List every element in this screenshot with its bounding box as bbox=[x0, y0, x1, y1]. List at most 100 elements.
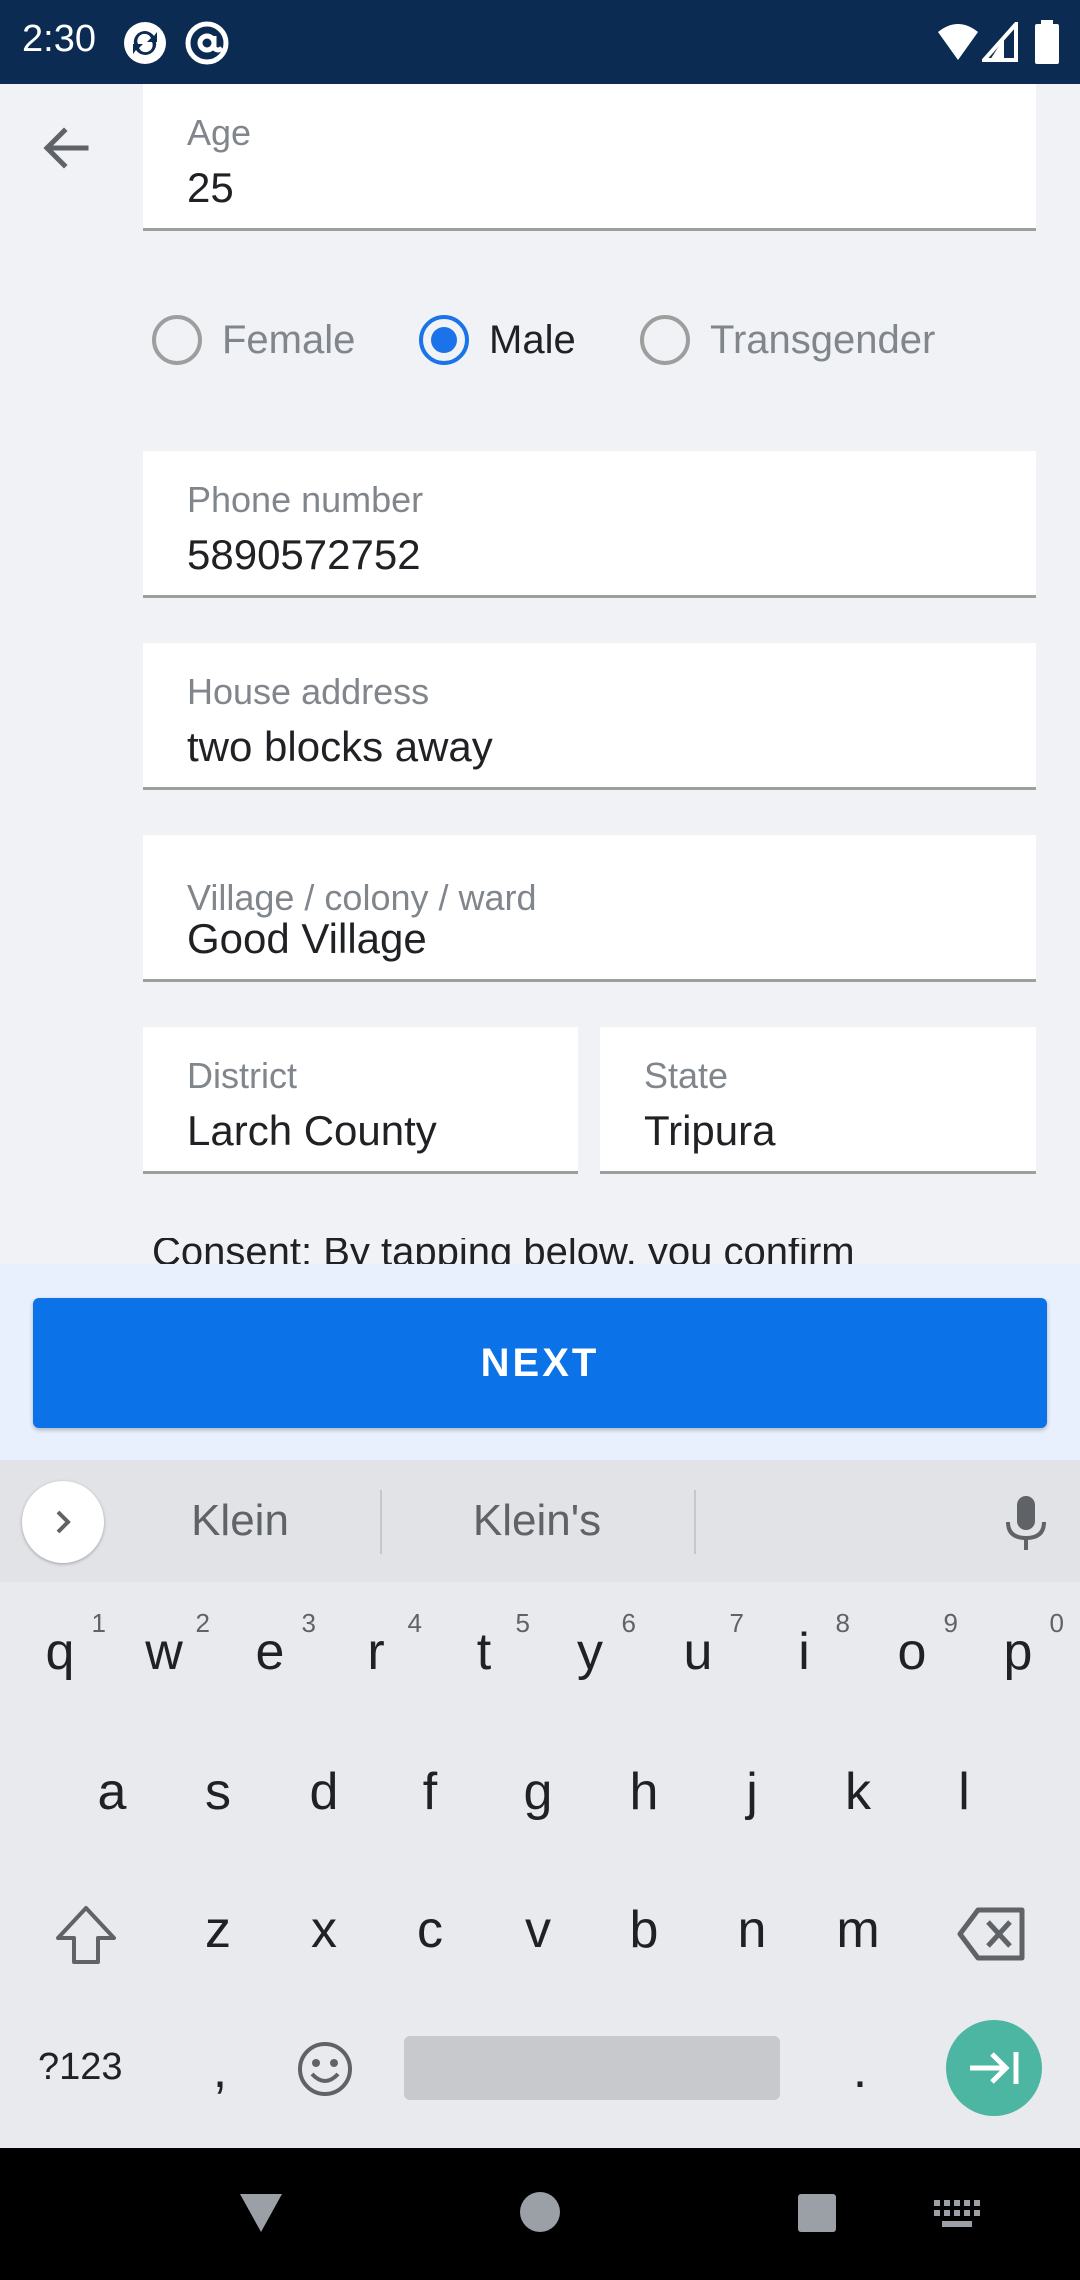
key-label: t bbox=[476, 1623, 492, 1681]
gender-transgender-label: Transgender bbox=[710, 317, 936, 362]
shift-key-icon[interactable] bbox=[52, 1904, 120, 1966]
key-label: p bbox=[1003, 1623, 1033, 1681]
key-hint: 5 bbox=[515, 1608, 530, 1638]
gender-male-label: Male bbox=[489, 317, 576, 362]
house-address-field[interactable]: House address two blocks away bbox=[143, 643, 1036, 790]
key-d[interactable]: d bbox=[284, 1762, 364, 1822]
phone-number-field[interactable]: Phone number 5890572752 bbox=[143, 451, 1036, 598]
wifi-icon bbox=[938, 24, 978, 60]
key-z[interactable]: z bbox=[178, 1900, 258, 1960]
space-bar[interactable] bbox=[404, 2036, 780, 2100]
phone-number-label: Phone number bbox=[187, 479, 424, 520]
key-r[interactable]: r4 bbox=[336, 1608, 422, 1682]
key-y[interactable]: y6 bbox=[550, 1608, 636, 1682]
key-label: e bbox=[255, 1623, 285, 1681]
key-hint: 7 bbox=[729, 1608, 744, 1638]
signal-icon bbox=[982, 22, 1018, 62]
village-value: Good Village bbox=[187, 915, 427, 962]
key-label: u bbox=[683, 1623, 713, 1681]
emoji-icon[interactable] bbox=[296, 2040, 354, 2098]
age-value: 25 bbox=[187, 164, 234, 211]
house-address-label: House address bbox=[187, 671, 430, 712]
status-time: 2:30 bbox=[22, 18, 96, 60]
key-hint: 3 bbox=[301, 1608, 316, 1638]
state-label: State bbox=[644, 1055, 729, 1096]
key-o[interactable]: o9 bbox=[872, 1608, 958, 1682]
key-hint: 6 bbox=[621, 1608, 636, 1638]
status-bar: 2:30 bbox=[0, 0, 1080, 84]
arrow-back-icon[interactable] bbox=[36, 118, 96, 178]
village-label: Village / colony / ward bbox=[187, 877, 537, 918]
key-p[interactable]: p0 bbox=[978, 1608, 1064, 1682]
district-field[interactable]: District Larch County bbox=[143, 1027, 578, 1174]
key-hint: 1 bbox=[91, 1608, 106, 1638]
keyboard-switch-icon[interactable] bbox=[932, 2198, 982, 2230]
key-h[interactable]: h bbox=[604, 1762, 684, 1822]
suggestion-divider bbox=[380, 1490, 382, 1554]
chevron-right-icon bbox=[56, 1510, 71, 1534]
house-address-value: two blocks away bbox=[187, 723, 493, 770]
back-triangle-icon[interactable] bbox=[236, 2190, 286, 2236]
next-field-icon bbox=[970, 2052, 1019, 2084]
key-label: q bbox=[45, 1623, 75, 1681]
phone-number-value: 5890572752 bbox=[187, 531, 421, 578]
key-g[interactable]: g bbox=[498, 1762, 578, 1822]
state-field[interactable]: State Tripura bbox=[600, 1027, 1036, 1174]
expand-suggestions-button[interactable] bbox=[22, 1481, 104, 1563]
radio-circle bbox=[152, 315, 202, 365]
key-s[interactable]: s bbox=[178, 1762, 258, 1822]
gender-male-radio[interactable]: Male bbox=[419, 300, 576, 380]
key-t[interactable]: t5 bbox=[444, 1608, 530, 1682]
key-n[interactable]: n bbox=[712, 1900, 792, 1960]
key-hint: 2 bbox=[195, 1608, 210, 1638]
consent-text-content: Consent: By tapping below, you confirm bbox=[152, 1238, 855, 1266]
key-m[interactable]: m bbox=[818, 1900, 898, 1960]
district-value: Larch County bbox=[187, 1107, 437, 1154]
key-a[interactable]: a bbox=[72, 1762, 152, 1822]
consent-text: Consent: By tapping below, you confirm bbox=[152, 1238, 972, 1266]
key-f[interactable]: f bbox=[390, 1762, 470, 1822]
home-circle-icon[interactable] bbox=[518, 2190, 562, 2234]
key-j[interactable]: j bbox=[712, 1762, 792, 1822]
key-label: w bbox=[145, 1623, 183, 1681]
suggestion-2[interactable]: Klein's bbox=[432, 1496, 642, 1546]
key-label: r bbox=[367, 1623, 385, 1681]
gender-transgender-radio[interactable]: Transgender bbox=[640, 300, 935, 380]
key-hint: 0 bbox=[1049, 1608, 1064, 1638]
gender-female-label: Female bbox=[222, 317, 356, 362]
key-w[interactable]: w2 bbox=[124, 1608, 210, 1682]
key-c[interactable]: c bbox=[390, 1900, 470, 1960]
radio-circle bbox=[419, 315, 469, 365]
age-field[interactable]: Age 25 bbox=[143, 84, 1036, 231]
key-x[interactable]: x bbox=[284, 1900, 364, 1960]
next-button[interactable]: NEXT bbox=[33, 1298, 1047, 1428]
recents-square-icon[interactable] bbox=[796, 2192, 838, 2234]
suggestion-1[interactable]: Klein bbox=[140, 1496, 340, 1546]
key-label: o bbox=[897, 1623, 927, 1681]
age-label: Age bbox=[187, 112, 252, 153]
backspace-icon[interactable] bbox=[956, 1906, 1028, 1962]
key-l[interactable]: l bbox=[924, 1762, 1004, 1822]
key-k[interactable]: k bbox=[818, 1762, 898, 1822]
key-period[interactable]: . bbox=[820, 2040, 900, 2100]
key-label: y bbox=[577, 1623, 603, 1681]
village-field[interactable]: Village / colony / ward Good Village bbox=[143, 835, 1036, 982]
suggestion-divider bbox=[694, 1490, 696, 1554]
microphone-icon[interactable] bbox=[1000, 1494, 1052, 1554]
battery-icon bbox=[1035, 20, 1059, 64]
sync-icon bbox=[124, 22, 166, 64]
radio-circle bbox=[640, 315, 690, 365]
key-e[interactable]: e3 bbox=[230, 1608, 316, 1682]
key-hint: 4 bbox=[407, 1608, 422, 1638]
key-v[interactable]: v bbox=[498, 1900, 578, 1960]
key-b[interactable]: b bbox=[604, 1900, 684, 1960]
enter-key[interactable] bbox=[946, 2020, 1042, 2116]
key-u[interactable]: u7 bbox=[658, 1608, 744, 1682]
gender-female-radio[interactable]: Female bbox=[152, 300, 355, 380]
key-label: i bbox=[798, 1623, 810, 1681]
key-q[interactable]: q1 bbox=[20, 1608, 106, 1682]
key-comma[interactable]: , bbox=[180, 2040, 260, 2100]
symbols-key[interactable]: ?123 bbox=[38, 2046, 123, 2089]
key-i[interactable]: i8 bbox=[764, 1608, 850, 1682]
navigation-bar bbox=[0, 2148, 1080, 2280]
